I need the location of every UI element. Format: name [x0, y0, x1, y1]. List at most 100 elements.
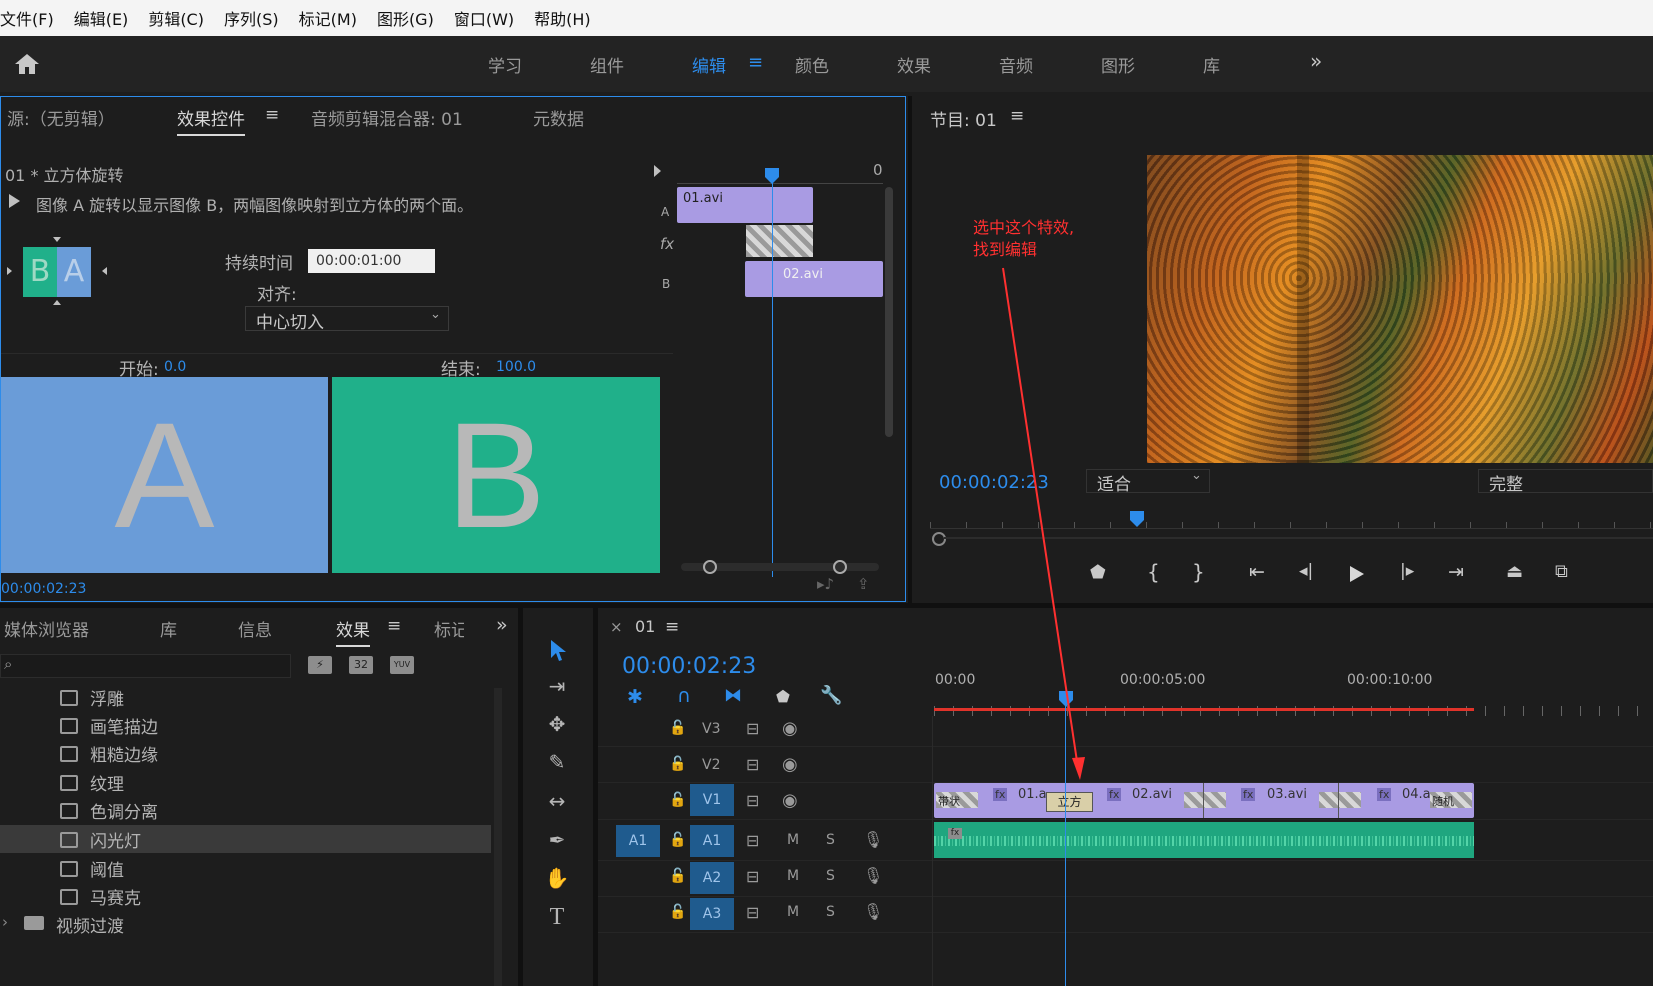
extract-icon[interactable]: ⧉: [1555, 561, 1568, 582]
selected-transition-cube[interactable]: 立方: [1046, 792, 1093, 812]
mini-clip-01[interactable]: 01.avi: [677, 187, 813, 223]
sync-lock-icon[interactable]: ⊟: [746, 867, 759, 886]
hamburger-icon[interactable]: ≡: [748, 52, 763, 73]
razor-tool-icon[interactable]: ✎: [540, 750, 574, 774]
track-v2-label[interactable]: V2: [702, 757, 720, 773]
sync-lock-icon[interactable]: ⊟: [746, 755, 759, 774]
sync-lock-icon[interactable]: ⊟: [746, 791, 759, 810]
down-arrow-icon[interactable]: [53, 300, 61, 305]
mark-in-icon[interactable]: {: [1147, 560, 1160, 584]
effect-item-emboss[interactable]: 浮雕: [60, 685, 124, 710]
timeline-timecode[interactable]: 00:00:02:23: [622, 654, 756, 679]
close-sequence-icon[interactable]: ×: [610, 618, 623, 636]
tab-audio-mixer[interactable]: 音频剪辑混合器: 01: [311, 105, 463, 130]
quality-dropdown[interactable]: 完整: [1478, 469, 1653, 495]
solo-button[interactable]: S: [826, 904, 835, 920]
effect-item-mosaic[interactable]: 马赛克: [60, 884, 141, 909]
workspace-graphics[interactable]: 图形: [1101, 52, 1135, 77]
play-preview-icon[interactable]: [9, 194, 20, 208]
effects-scrollbar[interactable]: [494, 688, 502, 986]
sync-lock-icon[interactable]: ⊟: [746, 831, 759, 850]
mini-clip-02[interactable]: 02.avi: [745, 261, 883, 297]
more-workspaces-icon[interactable]: »: [1310, 49, 1322, 73]
add-marker-icon[interactable]: ⬟: [776, 687, 790, 706]
pen-tool-icon[interactable]: ✒: [540, 828, 574, 852]
eye-icon[interactable]: ◉: [782, 790, 798, 811]
menu-markers[interactable]: 标记(M): [299, 6, 357, 30]
mute-button[interactable]: M: [787, 904, 799, 920]
eye-icon[interactable]: ◉: [782, 754, 798, 775]
track-a2-label[interactable]: A2: [690, 862, 734, 894]
solo-button[interactable]: S: [826, 868, 835, 884]
audio-clip-a1[interactable]: fx: [934, 822, 1474, 858]
snap-icon[interactable]: ✱: [627, 686, 643, 708]
folder-video-transitions[interactable]: 视频过渡: [56, 912, 124, 937]
lock-icon[interactable]: 🔓: [669, 720, 686, 736]
go-to-in-icon[interactable]: ⇤: [1249, 561, 1265, 583]
play-transition-icon[interactable]: [654, 165, 661, 177]
transition-block[interactable]: [1184, 792, 1226, 808]
tab-metadata[interactable]: 元数据: [533, 105, 584, 130]
menu-window[interactable]: 窗口(W): [454, 6, 514, 30]
go-to-out-icon[interactable]: ⇥: [1448, 561, 1464, 583]
work-area-bar[interactable]: [934, 708, 1474, 711]
menu-file[interactable]: 文件(F): [0, 6, 54, 30]
end-value[interactable]: 100.0: [496, 359, 536, 375]
workspace-edit[interactable]: 编辑: [692, 52, 726, 77]
sync-lock-icon[interactable]: ⊟: [746, 719, 759, 738]
effect-item-threshold[interactable]: 阈值: [60, 856, 124, 881]
folder-expand-icon[interactable]: ›: [2, 913, 8, 931]
lift-icon[interactable]: ⏏: [1506, 561, 1523, 582]
workspace-effects[interactable]: 效果: [897, 52, 931, 77]
timeline-playhead-icon[interactable]: [1058, 690, 1074, 708]
effect-item-roughen-edges[interactable]: 粗糙边缘: [60, 741, 158, 766]
duration-field[interactable]: 00:00:01:00: [308, 249, 435, 273]
left-arrow-icon[interactable]: [7, 267, 12, 275]
step-forward-icon[interactable]: |▸: [1400, 561, 1414, 581]
mark-out-icon[interactable]: }: [1192, 560, 1205, 584]
more-tabs-icon[interactable]: »: [496, 614, 508, 636]
clip-03[interactable]: 03.avi: [1267, 787, 1307, 802]
solo-button[interactable]: S: [826, 832, 835, 848]
lock-icon[interactable]: 🔓: [669, 832, 686, 848]
microphone-icon[interactable]: 🎙: [863, 866, 883, 885]
wrench-icon[interactable]: 🔧: [820, 685, 842, 706]
track-select-tool-icon[interactable]: ⇥: [540, 674, 574, 698]
eye-icon[interactable]: ◉: [782, 718, 798, 739]
selection-tool-icon[interactable]: [548, 638, 568, 662]
microphone-icon[interactable]: 🎙: [863, 830, 883, 849]
program-playhead-icon[interactable]: [1129, 510, 1145, 528]
sequence-menu-icon[interactable]: ≡: [665, 617, 679, 637]
track-a3-label[interactable]: A3: [690, 898, 734, 930]
tab-libraries[interactable]: 库: [160, 616, 177, 641]
tab-markers[interactable]: 标记: [434, 616, 464, 641]
32bit-effects-button[interactable]: 32: [349, 656, 373, 674]
panel-menu-icon[interactable]: ≡: [265, 105, 279, 125]
menu-clip[interactable]: 剪辑(C): [148, 6, 204, 30]
align-dropdown[interactable]: 中心切入 ⌄: [245, 306, 449, 333]
menu-help[interactable]: 帮助(H): [534, 6, 591, 30]
lock-icon[interactable]: 🔓: [669, 904, 686, 920]
export-icon[interactable]: ⇪: [857, 575, 870, 593]
lock-icon[interactable]: 🔓: [669, 792, 686, 808]
tab-info[interactable]: 信息: [238, 616, 272, 641]
mini-zoom-scrollbar[interactable]: [681, 560, 879, 574]
type-tool-icon[interactable]: T: [540, 904, 574, 931]
mute-button[interactable]: M: [787, 832, 799, 848]
magnet-icon[interactable]: ∩: [677, 685, 691, 707]
track-v3-label[interactable]: V3: [702, 721, 720, 737]
source-patch-a1[interactable]: A1: [616, 825, 660, 857]
up-arrow-icon[interactable]: [53, 237, 61, 242]
program-timecode[interactable]: 00:00:02:23: [939, 472, 1049, 493]
zoom-handle[interactable]: [932, 532, 946, 546]
microphone-icon[interactable]: 🎙: [863, 902, 883, 921]
workspace-assemble[interactable]: 组件: [590, 52, 624, 77]
step-back-icon[interactable]: ◂|: [1299, 561, 1313, 581]
lock-icon[interactable]: 🔓: [669, 868, 686, 884]
vertical-scrollbar[interactable]: [885, 187, 893, 437]
workspace-audio[interactable]: 音频: [999, 52, 1033, 77]
effect-item-strobe[interactable]: 闪光灯: [60, 827, 141, 852]
mute-button[interactable]: M: [787, 868, 799, 884]
add-marker-icon[interactable]: ⬟: [1090, 562, 1106, 583]
effects-menu-icon[interactable]: ≡: [387, 616, 401, 636]
